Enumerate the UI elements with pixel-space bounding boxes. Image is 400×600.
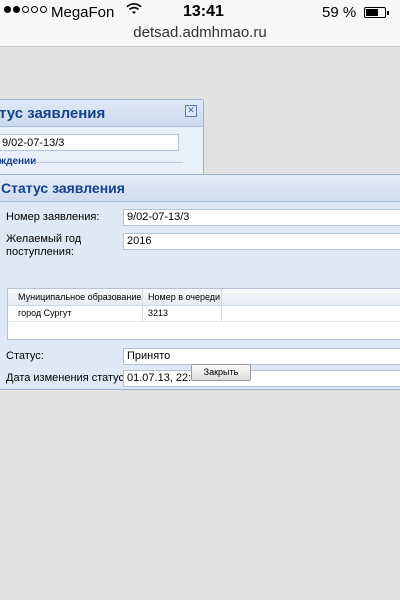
status-field[interactable]: Принято bbox=[123, 348, 400, 365]
clock: 13:41 bbox=[183, 3, 224, 20]
signal-strength-icon bbox=[4, 6, 47, 13]
carrier-name: MegaFon bbox=[51, 4, 115, 21]
background-section-legend: ждении bbox=[0, 156, 37, 167]
battery-fill bbox=[366, 9, 378, 16]
dialog-body: Номер заявления: 9/02-07-13/3 Желаемый г… bbox=[0, 202, 400, 389]
status-dialog: Статус заявления Номер заявления: 9/02-0… bbox=[0, 174, 400, 390]
battery-icon bbox=[364, 7, 389, 18]
desired-year-label-line2: поступления: bbox=[6, 246, 74, 258]
fieldset-line bbox=[33, 162, 183, 163]
cell-municipality: город Сургут bbox=[18, 308, 72, 318]
desired-year-label-line1: Желаемый год bbox=[6, 233, 82, 245]
queue-table: Муниципальное образование Номер в очеред… bbox=[7, 288, 400, 340]
status-date-field[interactable]: 01.07.13, 22:14 bbox=[123, 370, 400, 387]
application-number-label: Номер заявления: bbox=[6, 211, 100, 223]
close-button[interactable]: Закрыть bbox=[191, 364, 251, 381]
battery-percentage: 59 % bbox=[322, 4, 357, 21]
column-header-queue-number: Номер в очереди bbox=[148, 292, 221, 302]
status-date-label: Дата изменения статуса: bbox=[6, 372, 134, 384]
background-dialog: тус заявления ✕ 9/02-07-13/3 ждении bbox=[0, 99, 204, 183]
close-icon[interactable]: ✕ bbox=[185, 105, 197, 117]
cell-queue-number: 3213 bbox=[148, 308, 169, 318]
desired-year-field[interactable]: 2016 bbox=[123, 233, 400, 250]
url-bar[interactable]: detsad.admhmao.ru bbox=[0, 24, 400, 47]
table-row[interactable]: город Сургут 3213 bbox=[8, 305, 400, 322]
wifi-icon bbox=[126, 2, 142, 19]
ios-status-bar: MegaFon 13:41 59 % bbox=[0, 0, 400, 24]
status-label: Статус: bbox=[6, 350, 44, 362]
application-number-field[interactable]: 9/02-07-13/3 bbox=[123, 209, 400, 226]
background-number-field[interactable]: 9/02-07-13/3 bbox=[0, 134, 179, 151]
dialog-title: Статус заявления bbox=[1, 180, 125, 196]
background-dialog-title: тус заявления bbox=[0, 105, 106, 122]
column-header-municipality: Муниципальное образование bbox=[18, 292, 142, 302]
